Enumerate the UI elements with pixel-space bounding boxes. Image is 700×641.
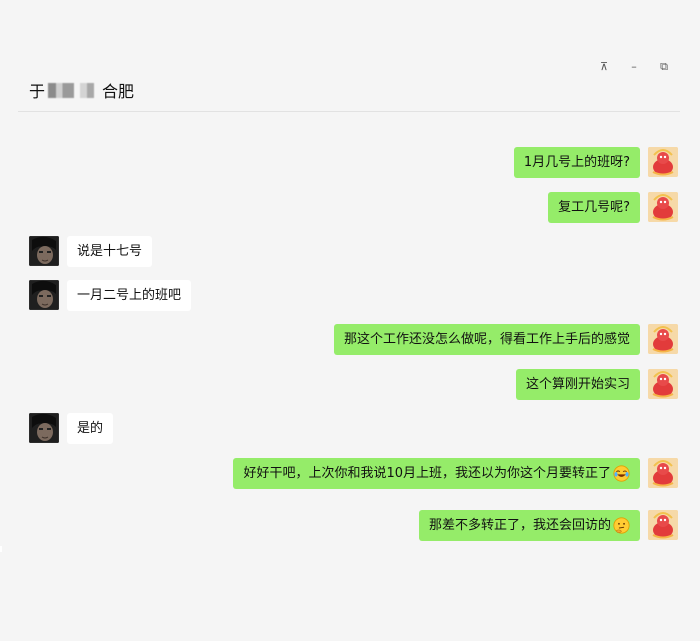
- laugh-cry-emoji: [613, 465, 630, 482]
- message-text: 好好干吧，上次你和我说10月上班，我还以为你这个月要转正了: [243, 466, 611, 481]
- chat-title: 于 合肥: [29, 78, 134, 102]
- my-avatar[interactable]: [648, 147, 678, 177]
- message-text: 是的: [77, 421, 104, 436]
- message-row: 那差不多转正了，我还会回访的: [0, 510, 700, 541]
- received-message-bubble[interactable]: 说是十七号: [67, 236, 153, 267]
- avatar-image: [648, 192, 678, 222]
- avatar-image: [648, 147, 678, 177]
- redacted-name-part: [80, 82, 95, 98]
- message-text: 那这个工作还没怎么做呢，得看工作上手后的感觉: [343, 332, 630, 347]
- contact-avatar[interactable]: [29, 236, 59, 266]
- sent-message-bubble[interactable]: 1月几号上的班呀?: [513, 147, 640, 178]
- message-row: 好好干吧，上次你和我说10月上班，我还以为你这个月要转正了: [0, 458, 700, 489]
- message-row: 这个算刚开始实习: [0, 369, 700, 400]
- sent-message-bubble[interactable]: 那差不多转正了，我还会回访的: [418, 510, 640, 541]
- message-text: 一月二号上的班吧: [77, 288, 182, 303]
- sent-message-bubble[interactable]: 这个算刚开始实习: [515, 369, 640, 400]
- message-text: 说是十七号: [77, 244, 143, 259]
- avatar-image: [648, 458, 678, 488]
- sent-message-bubble[interactable]: 那这个工作还没怎么做呢，得看工作上手后的感觉: [333, 324, 640, 355]
- my-avatar[interactable]: [648, 369, 678, 399]
- my-avatar[interactable]: [648, 324, 678, 354]
- avatar-image: [29, 236, 59, 266]
- avatar-image: [648, 324, 678, 354]
- sent-message-bubble[interactable]: 复工几号呢?: [548, 192, 640, 223]
- thinking-emoji: [613, 517, 630, 534]
- my-avatar[interactable]: [648, 510, 678, 540]
- edge-marker: [0, 546, 2, 552]
- chat-title-prefix: 于: [29, 82, 46, 101]
- avatar-image: [29, 413, 59, 443]
- chat-header: 于 合肥: [18, 64, 680, 112]
- message-text: 复工几号呢?: [558, 200, 630, 215]
- avatar-image: [648, 510, 678, 540]
- received-message-bubble[interactable]: 一月二号上的班吧: [67, 280, 192, 311]
- my-avatar[interactable]: [648, 458, 678, 488]
- message-row: 是的: [0, 413, 700, 444]
- chat-window: ⊼ – ⧉ 于 合肥 1月几号上的班呀? 复工几号呢? 说是十七号 一月二号上的班吧那…: [0, 0, 700, 641]
- message-text: 那差不多转正了，我还会回访的: [428, 518, 611, 533]
- message-row: 1月几号上的班呀?: [0, 147, 700, 178]
- chat-title-suffix: 合肥: [102, 82, 135, 101]
- received-message-bubble[interactable]: 是的: [67, 413, 114, 444]
- contact-avatar[interactable]: [29, 413, 59, 443]
- contact-avatar[interactable]: [29, 280, 59, 310]
- sent-message-bubble[interactable]: 好好干吧，上次你和我说10月上班，我还以为你这个月要转正了: [233, 458, 640, 489]
- redacted-name-part: [48, 82, 75, 98]
- message-text: 1月几号上的班呀?: [523, 155, 630, 170]
- avatar-image: [648, 369, 678, 399]
- message-row: 一月二号上的班吧: [0, 280, 700, 311]
- my-avatar[interactable]: [648, 192, 678, 222]
- message-text: 这个算刚开始实习: [525, 377, 630, 392]
- message-row: 那这个工作还没怎么做呢，得看工作上手后的感觉: [0, 324, 700, 355]
- avatar-image: [29, 280, 59, 310]
- message-row: 复工几号呢?: [0, 192, 700, 223]
- message-row: 说是十七号: [0, 236, 700, 267]
